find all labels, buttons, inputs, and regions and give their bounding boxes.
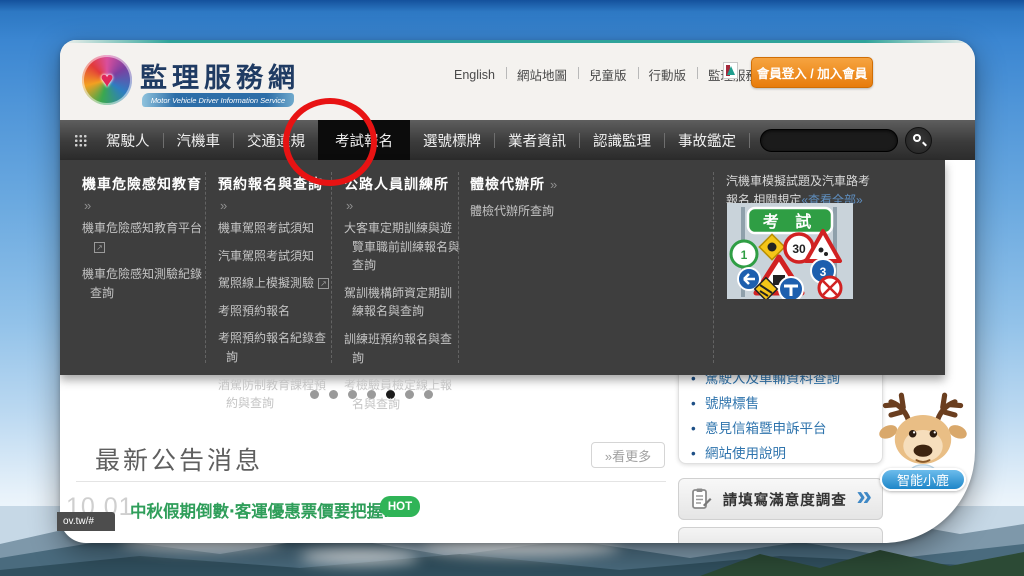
hot-badge: HOT [380, 496, 420, 517]
quick-link-feedback-mailbox[interactable]: 意見信箱暨申訴平台 [691, 416, 874, 441]
exam-traffic-signs-image[interactable]: 考 試 1 30 3 [727, 203, 853, 299]
nav-item-plate-selection[interactable]: 選號標牌 [410, 120, 494, 160]
site-subtitle-ribbon: Motor Vehicle Driver Information Service [142, 93, 294, 107]
survey-label: 請填寫滿意度調查 [713, 489, 856, 510]
double-arrow-icon: » [346, 198, 462, 213]
site-header: ♥ 監理服務網 Motor Vehicle Driver Information… [60, 40, 975, 120]
mega-column-health-check: 體檢代辦所» 體檢代辦所查詢 [470, 174, 690, 230]
double-arrow-icon: » [84, 198, 206, 213]
speed-limit-sign: 30 [792, 242, 806, 256]
menu-item[interactable]: 機車危險感知測驗紀錄查詢 [82, 265, 206, 302]
header-utility-links: English 網站地圖 兒童版 行動版 監理服務 APP [443, 65, 798, 84]
mascot-label-button[interactable]: 智能小鹿 [880, 468, 966, 491]
nav-item-traffic-violations[interactable]: 交通違規 [234, 120, 318, 160]
nav-item-about[interactable]: 認識監理 [580, 120, 664, 160]
heart-icon: ♥ [100, 67, 113, 93]
nav-item-accident-appraisal[interactable]: 事故鑑定 [665, 120, 749, 160]
menu-item[interactable]: 駕訓機構師資定期訓練報名與查詢 [344, 284, 462, 321]
site-title[interactable]: 監理服務網 [140, 56, 300, 95]
mega-column-training-institute: 公路人員訓練所 » 大客車定期訓練與遊覽車職前訓練報名與查詢 駕訓機構師資定期訓… [344, 174, 462, 422]
news-section-heading: 最新公告消息 [95, 441, 263, 477]
mega-column-booking: 預約報名與查詢 » 機車駕照考試須知 汽車駕照考試須知 駕照線上模擬測驗 考照預… [218, 174, 334, 422]
search-icon [913, 134, 921, 142]
quick-link-site-guide[interactable]: 網站使用說明 [691, 441, 874, 466]
link-kids-version[interactable]: 兒童版 [578, 65, 638, 84]
partial-banner [678, 527, 883, 543]
chevron-right-icon [856, 482, 872, 510]
link-mobile-version[interactable]: 行動版 [638, 65, 698, 84]
link-sitemap[interactable]: 網站地圖 [506, 65, 578, 84]
accessibility-badge-icon[interactable] [723, 62, 738, 79]
menu-item[interactable]: 考照預約報名 [218, 302, 334, 321]
deer-mascot-icon[interactable] [876, 386, 970, 474]
menu-item[interactable]: 汽車駕照考試須知 [218, 247, 334, 266]
external-link-icon [318, 278, 329, 289]
divider [76, 481, 666, 482]
nav-item-exam-registration[interactable]: 考試報名 [318, 120, 410, 160]
exam-sign-text: 考 試 [763, 212, 817, 231]
menu-item[interactable]: 體檢代辦所查詢 [470, 202, 690, 221]
nav-item-operator-info[interactable]: 業者資訊 [495, 120, 579, 160]
mega-column-hazard-education: 機車危險感知教育 » 機車危險感知教育平台 機車危險感知測驗紀錄查詢 [82, 174, 206, 311]
search-button[interactable] [905, 127, 932, 154]
menu-item[interactable]: 機車駕照考試須知 [218, 219, 334, 238]
menu-item[interactable]: 駕照線上模擬測驗 [218, 274, 334, 293]
site-subtitle: Motor Vehicle Driver Information Service [151, 96, 285, 105]
mega-menu-dropdown: 機車危險感知教育 » 機車危險感知教育平台 機車危險感知測驗紀錄查詢 預約報名與… [60, 160, 945, 375]
news-more-button[interactable]: »看更多 [591, 442, 665, 468]
menu-item[interactable]: 訓練班預約報名與查詢 [344, 330, 462, 367]
menu-item[interactable]: 機車危險感知教育平台 [82, 219, 206, 256]
browser-status-url: ov.tw/# [57, 512, 115, 531]
wallpaper-cloud [300, 548, 420, 564]
clipboard-pencil-icon [689, 487, 713, 511]
double-arrow-icon: » [550, 177, 558, 192]
menu-item[interactable]: 考照預約報名紀錄查詢 [218, 329, 334, 366]
menu-item[interactable]: 大客車定期訓練與遊覽車職前訓練報名與查詢 [344, 219, 462, 275]
search-input[interactable] [760, 129, 898, 152]
survey-banner[interactable]: 請填寫滿意度調查 [678, 478, 883, 520]
menu-item[interactable]: 酒駕防制教育課程預約與查詢 [218, 376, 334, 413]
double-arrow-icon: » [220, 198, 334, 213]
main-nav: 駕駛人 汽機車 交通違規 考試報名 選號標牌 業者資訊 認識監理 事故鑑定 [60, 120, 975, 160]
route-sign-1: 1 [741, 248, 748, 262]
link-english[interactable]: English [443, 68, 506, 82]
news-item-title[interactable]: 中秋假期倒數‧客運優惠票價要把握! [130, 498, 389, 522]
nav-item-vehicles[interactable]: 汽機車 [164, 120, 234, 160]
menu-grid-icon[interactable] [74, 134, 87, 147]
nav-item-drivers[interactable]: 駕駛人 [93, 120, 163, 160]
site-logo-icon[interactable]: ♥ [82, 55, 132, 105]
desktop-wallpaper: ♥ 監理服務網 Motor Vehicle Driver Information… [0, 0, 1024, 576]
member-login-button[interactable]: 會員登入 / 加入會員 [751, 57, 873, 88]
external-link-icon [94, 242, 105, 253]
browser-site-window: ♥ 監理服務網 Motor Vehicle Driver Information… [60, 40, 975, 543]
menu-item[interactable]: 考檢驗員檢定線上報名與查詢 [344, 376, 462, 413]
quick-link-plate-auction[interactable]: 號牌標售 [691, 391, 874, 416]
